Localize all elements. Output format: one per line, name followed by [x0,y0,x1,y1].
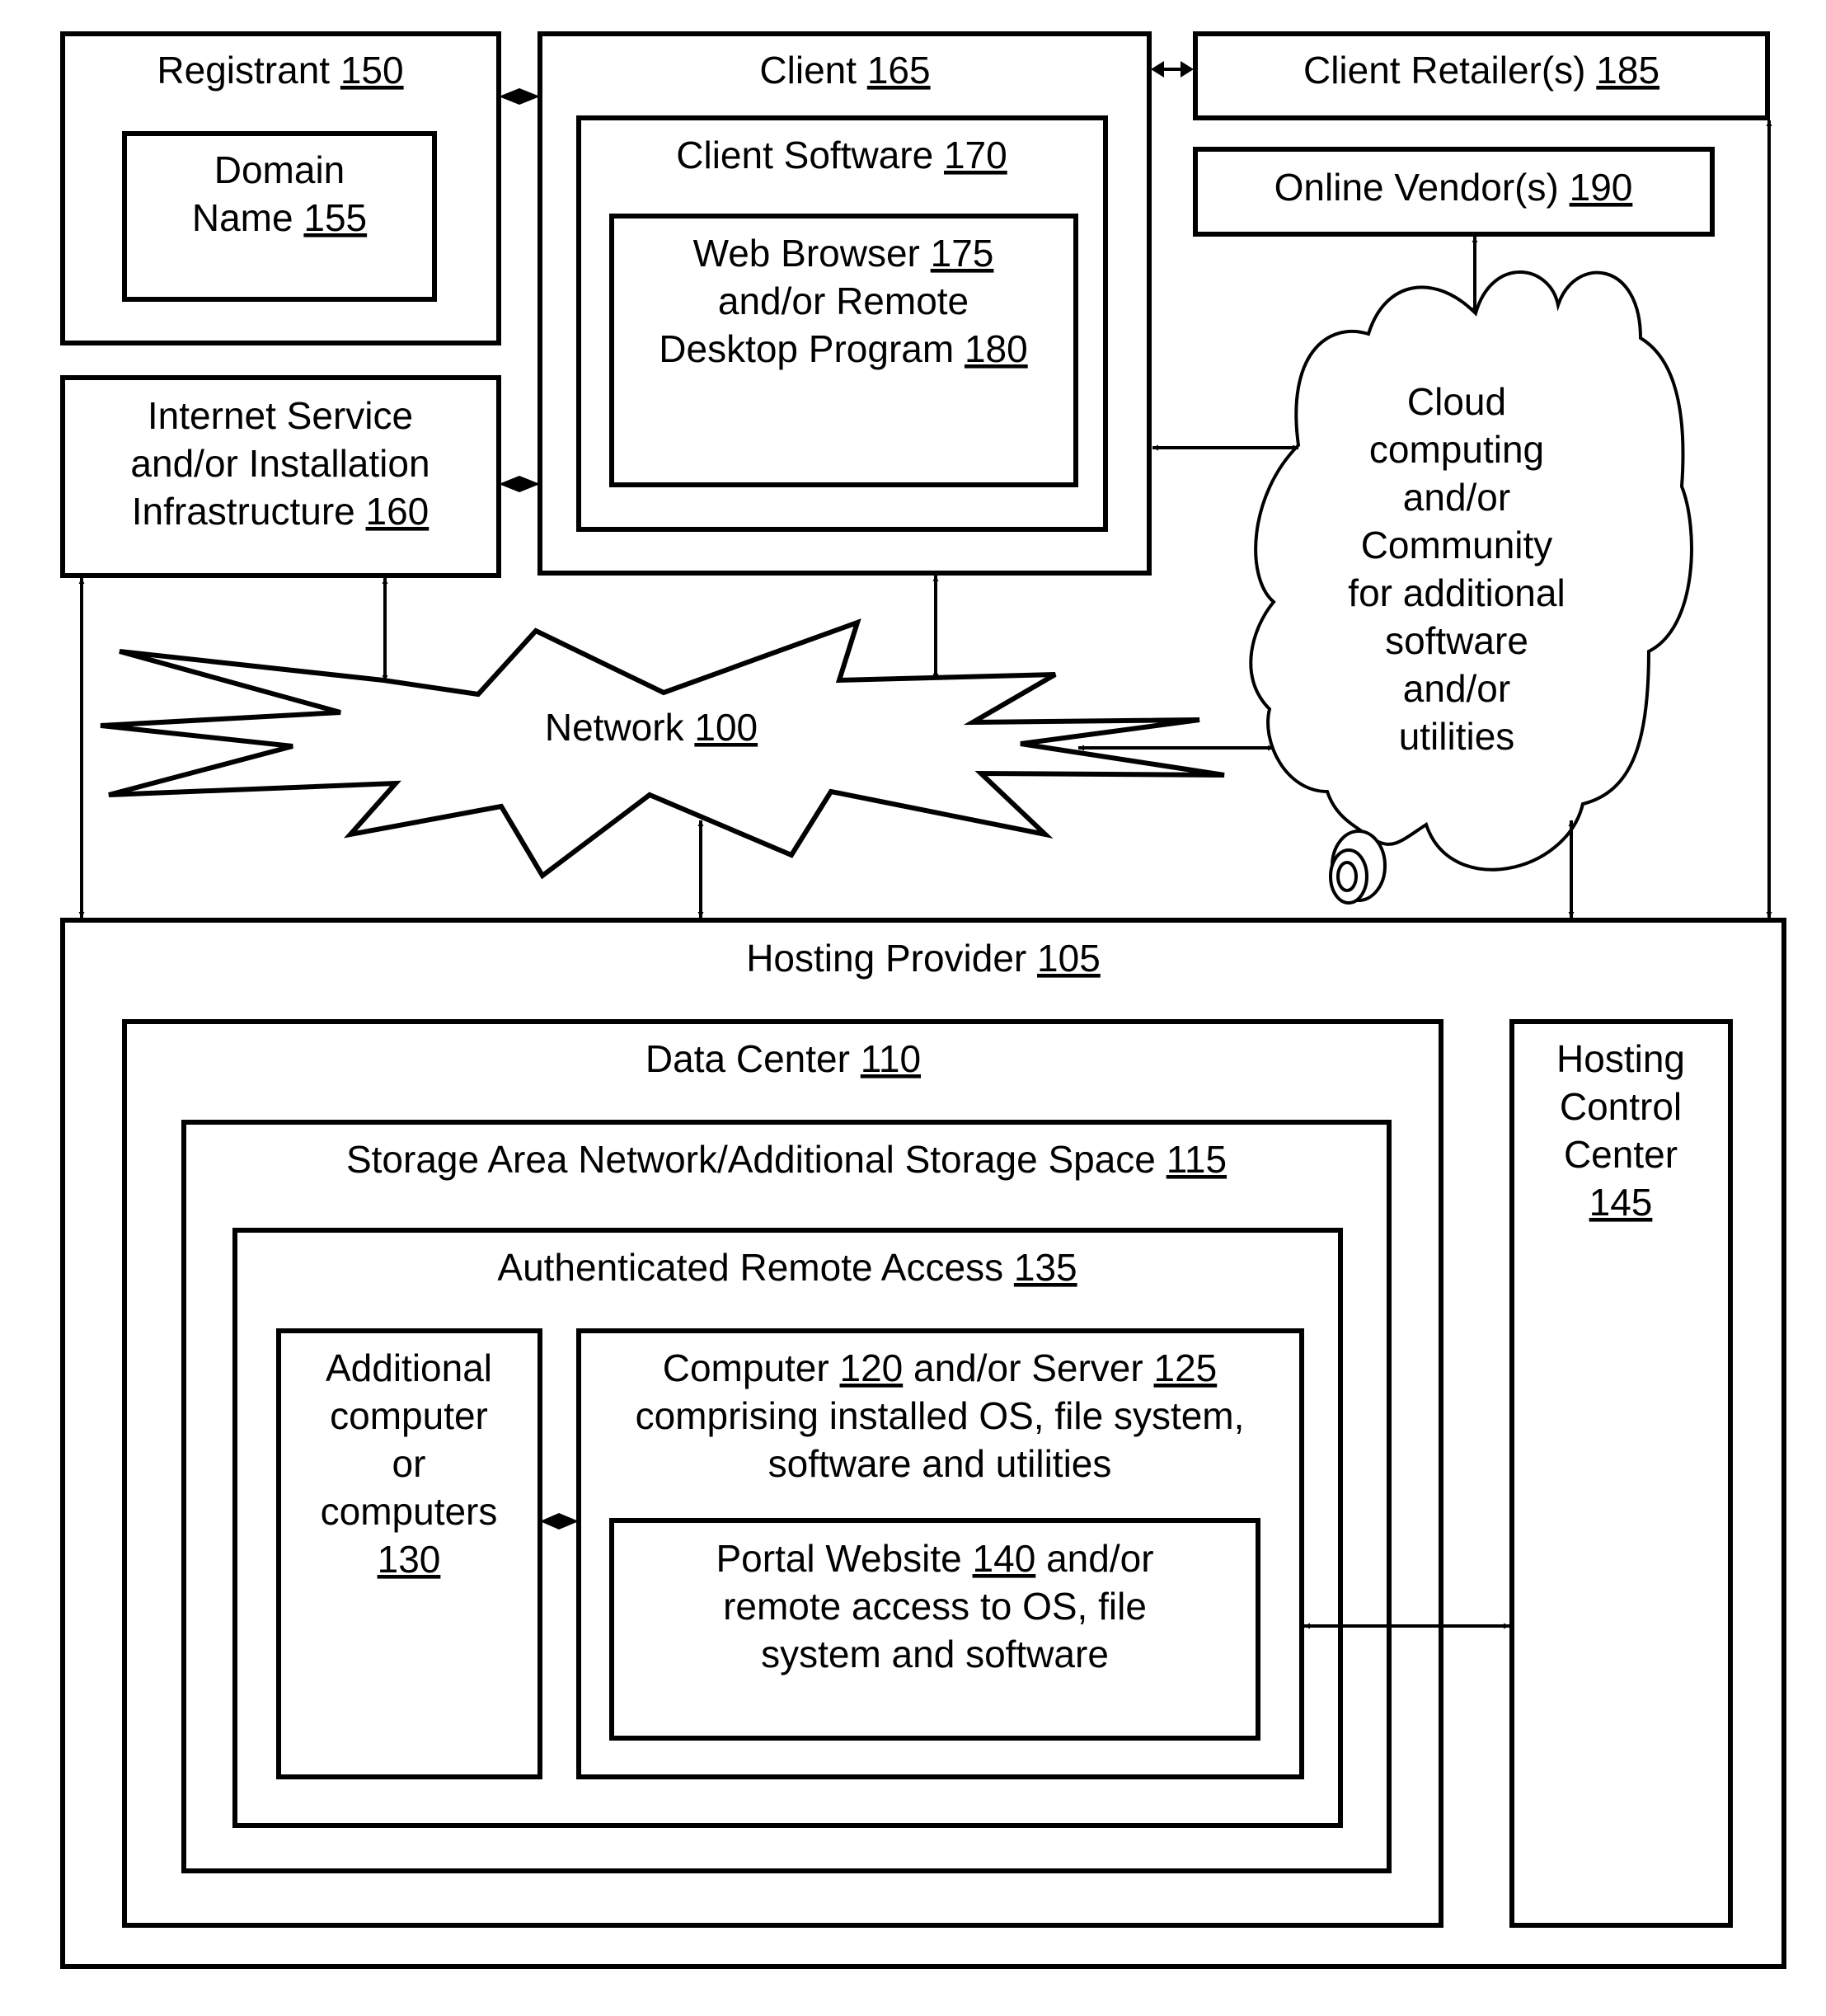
isp-box: Internet Service and/or Installation Inf… [60,375,501,578]
isp-label: Infrastructure 160 [132,490,430,533]
client-software-box: Client Software 170 [576,115,1108,532]
hosting-architecture-diagram: Registrant 150 Domain Name 155 Internet … [60,31,1786,1969]
client-retailer-label: Client Retailer(s) 185 [1303,49,1659,92]
cloud-line: computing [1369,428,1544,471]
additional-line: computer [330,1394,488,1437]
cloud-line: utilities [1399,715,1515,758]
hcc-line: Control [1560,1085,1682,1128]
registrant-label: Registrant 150 [157,49,403,92]
remote-desktop-label: Desktop Program 180 [659,327,1027,370]
client-label: Client 165 [759,49,930,92]
cloud-line: software [1385,619,1528,662]
san-label: Storage Area Network/Additional Storage … [346,1138,1227,1181]
additional-line: or [392,1442,426,1485]
online-vendor-box: Online Vendor(s) 190 [1193,147,1715,237]
hcc-line: Center [1564,1133,1678,1176]
ara-label: Authenticated Remote Access 135 [497,1246,1077,1289]
portal-line3: system and software [761,1633,1109,1675]
additional-computers-box: Additional computer or computers 130 [276,1328,542,1779]
additional-line: Additional [326,1346,492,1389]
computer-line3: software and utilities [768,1442,1112,1485]
portal-line2: remote access to OS, file [723,1585,1147,1628]
computer-line2: comprising installed OS, file system, [636,1394,1245,1437]
hcc-ref: 145 [1589,1181,1653,1224]
portal-label: Portal Website 140 and/or [716,1537,1153,1580]
diamond-connector-icon [540,1513,579,1530]
cloud-line: Cloud [1407,380,1506,423]
domain-name-line1: Domain [214,148,345,191]
isp-line1: Internet Service [148,394,413,437]
web-browser-label: Web Browser 175 [693,232,994,275]
isp-line2: and/or Installation [130,442,430,485]
cloud-line: and/or [1403,667,1510,710]
computer-label: Computer 120 and/or Server 125 [663,1346,1218,1389]
web-browser-line2: and/or Remote [718,280,969,322]
web-browser-box: Web Browser 175 and/or Remote Desktop Pr… [609,214,1078,487]
data-center-label: Data Center 110 [645,1037,921,1080]
cloud-shape: Cloud computing and/or Community for add… [1249,270,1693,905]
diamond-connector-icon [499,476,540,492]
network-label: Network 100 [545,706,758,749]
hosting-control-center-box: Hosting Control Center 145 [1509,1019,1733,1928]
cloud-line: for additional [1348,571,1565,614]
domain-name-box: Domain Name 155 [122,131,437,302]
network-starburst: Network 100 [100,618,1225,880]
client-software-label: Client Software 170 [676,134,1007,176]
cloud-line: Community [1361,524,1553,566]
additional-line: computers [321,1490,498,1533]
online-vendor-label: Online Vendor(s) 190 [1274,166,1633,209]
portal-website-box: Portal Website 140 and/or remote access … [609,1518,1260,1741]
diamond-connector-icon [499,88,540,105]
cloud-line: and/or [1403,476,1510,519]
domain-name-label: Name 155 [192,196,367,239]
client-retailer-box: Client Retailer(s) 185 [1193,31,1770,120]
hosting-provider-label: Hosting Provider 105 [746,937,1101,980]
hcc-line: Hosting [1556,1037,1685,1080]
additional-ref: 130 [378,1538,441,1581]
